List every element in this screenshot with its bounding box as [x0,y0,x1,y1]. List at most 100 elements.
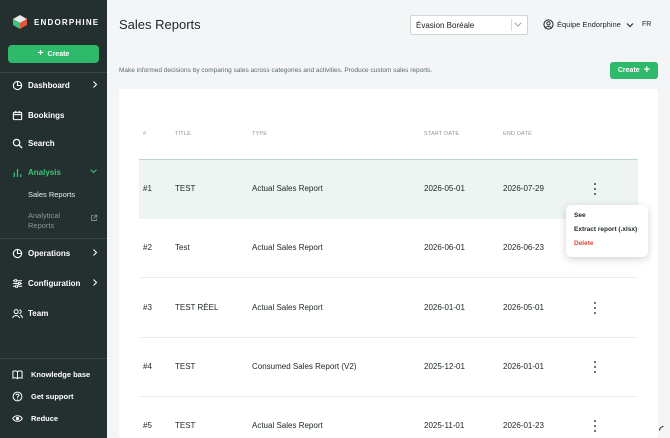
pie-chart-icon [12,248,23,259]
sidebar-item-get-support[interactable]: Get support [12,388,100,404]
company-select[interactable]: Évasion Boréale [410,15,528,35]
column-header-type: TYPE [252,131,268,137]
row-divider [139,277,638,278]
column-header-end-date: END DATE [503,131,533,137]
row-actions-menu-icon[interactable] [591,420,599,432]
chevron-right-icon [93,81,98,88]
create-report-label: Create [617,67,640,74]
row-start-date: 2025-11-01 [424,421,465,430]
row-divider [139,337,638,338]
row-type: Actual Sales Report [252,421,323,430]
row-type: Actual Sales Report [252,184,323,193]
row-actions-menu-icon[interactable] [591,361,599,373]
chevron-down-icon [626,22,634,27]
row-title: TEST [175,362,196,371]
chevron-down-icon [514,22,522,27]
plus-icon: + [643,64,651,76]
sidebar-item-label: Search [28,138,55,148]
sidebar: ENDORPHINE + Create Dashboard Bookings S… [0,0,107,438]
row-title: TEST [175,184,196,193]
search-icon [12,138,23,149]
row-type: Actual Sales Report [252,303,323,312]
menu-item-see[interactable]: See [574,212,586,219]
sidebar-item-label: Operations [28,248,71,258]
sidebar-footer-label: Knowledge base [31,369,91,379]
sidebar-item-operations[interactable]: Operations [12,245,100,261]
column-header-start-date: START DATE [424,131,460,137]
sidebar-item-knowledge-base[interactable]: Knowledge base [12,366,100,382]
plus-icon: + [37,48,44,59]
pie-chart-icon [12,80,23,91]
select-divider [511,19,512,31]
external-link-icon [91,214,98,221]
row-end-date: 2026-01-01 [503,362,544,371]
row-number: #4 [143,362,152,371]
row-number: #5 [143,421,152,430]
row-type: Consumed Sales Report (V2) [252,362,357,371]
account-menu[interactable]: Équipe Endorphine [543,19,634,30]
sidebar-item-reduce[interactable]: Reduce [12,410,100,426]
column-header-number: # [143,131,147,137]
row-actions-menu-icon[interactable] [591,183,599,195]
sidebar-item-label: Team [28,308,49,318]
chevron-down-icon [90,169,97,174]
menu-item-delete[interactable]: Delete [574,240,594,247]
row-number: #1 [143,184,152,193]
calendar-icon [12,110,23,121]
help-icon [12,391,23,402]
account-name: Équipe Endorphine [557,20,621,29]
row-actions-menu-icon[interactable] [591,302,599,314]
sidebar-item-label: Analysis [28,167,61,177]
logo-icon [13,15,27,29]
eye-icon [12,413,23,424]
brand-name: ENDORPHINE [34,17,100,27]
row-end-date: 2026-05-01 [503,303,544,312]
row-start-date: 2025-12-01 [424,362,465,371]
reports-table-card [119,89,658,438]
sidebar-item-bookings[interactable]: Bookings [12,107,100,123]
sidebar-divider [0,72,107,73]
row-title: TEST RÉEL [175,303,219,312]
row-number: #2 [143,243,152,252]
sidebar-divider [0,238,107,239]
row-title: Test [175,243,190,252]
row-actions-dropdown: See Extract report (.xlsx) Delete [566,205,648,257]
row-end-date: 2026-06-23 [503,243,544,252]
company-select-value: Évasion Boréale [416,20,475,30]
row-number: #3 [143,303,152,312]
create-report-button[interactable]: Create + [610,62,658,79]
row-title: TEST [175,421,196,430]
menu-item-extract-report[interactable]: Extract report (.xlsx) [574,226,637,233]
page-description: Make informed decisions by comparing sal… [119,67,433,74]
sliders-icon [12,278,23,289]
sidebar-footer-label: Get support [31,391,74,401]
chevron-right-icon [93,249,98,256]
sidebar-item-label: Bookings [28,110,65,120]
row-end-date: 2026-01-23 [503,421,544,430]
sidebar-item-analysis[interactable]: Analysis [12,164,100,180]
sidebar-footer-label: Reduce [31,413,59,423]
column-header-title: TITLE [175,131,191,137]
chevron-right-icon [93,279,98,286]
row-divider [139,396,638,397]
sidebar-item-label: Configuration [28,278,81,288]
row-end-date: 2026-07-29 [503,184,544,193]
sidebar-item-dashboard[interactable]: Dashboard [12,77,100,93]
sidebar-item-team[interactable]: Team [12,305,100,321]
book-icon [12,369,23,380]
sidebar-create-button[interactable]: + Create [8,45,99,63]
sidebar-create-label: Create [47,50,70,58]
sidebar-item-configuration[interactable]: Configuration [12,275,100,291]
page-title: Sales Reports [119,17,201,32]
users-icon [12,308,23,319]
sidebar-subitem-analytical-reports[interactable]: Analytical Reports [28,211,60,231]
sidebar-item-label: Dashboard [28,80,70,90]
row-start-date: 2026-06-01 [424,243,465,252]
brand-logo[interactable]: ENDORPHINE [12,14,99,30]
row-start-date: 2026-05-01 [424,184,465,193]
language-switch[interactable]: FR [642,21,651,28]
table-row-selected-bg [139,159,638,219]
loading-spinner-icon [657,424,670,437]
sidebar-item-search[interactable]: Search [12,135,100,151]
sidebar-subitem-sales-reports[interactable]: Sales Reports [28,190,75,199]
